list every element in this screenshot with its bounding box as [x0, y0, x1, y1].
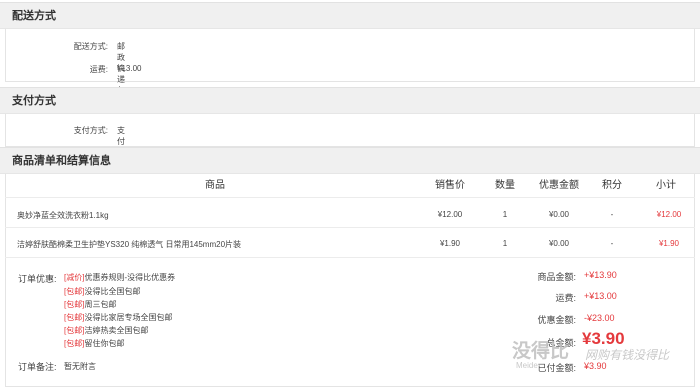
table-row-1-qty: 1: [502, 210, 508, 219]
summary-paid-label: 已付金额:: [537, 363, 576, 373]
coupon-item: [包邮]没得比家居专场全国包邮: [64, 313, 173, 322]
summary-discount-label: 优惠金额:: [537, 315, 576, 325]
delivery-method-label: 配送方式:: [73, 42, 108, 51]
order-note-value: 暂无附言: [64, 362, 96, 371]
table-row-1-price: ¥12.00: [437, 210, 463, 219]
goods-section-header: 商品清单和结算信息: [0, 147, 700, 174]
summary-total-label: 总金额:: [546, 338, 576, 348]
table-row-1-name: 奥妙净蓝全效洗衣粉1.1kg: [17, 211, 109, 220]
payment-method-label: 支付方式:: [73, 126, 108, 135]
summary-shipping-value: +¥13.00: [584, 291, 617, 301]
table-row-2-price: ¥1.90: [439, 239, 461, 248]
delivery-section-header: 配送方式: [0, 2, 700, 29]
table-bottom-divider: [5, 257, 695, 258]
order-note-label: 订单备注:: [18, 362, 57, 372]
delivery-fee-value: ¥13.00: [117, 64, 142, 73]
table-row-2-discount: ¥0.00: [548, 239, 570, 248]
table-header-divider: [5, 197, 695, 198]
table-row-1-points: -: [610, 210, 614, 219]
coupon-item: [包邮]洁婷热卖全国包邮: [64, 326, 149, 335]
summary-goods-label: 商品金额:: [537, 272, 576, 282]
column-header-points: 积分: [602, 180, 622, 191]
coupon-label: 订单优惠:: [18, 274, 57, 284]
coupon-item: [减价]优惠券规则-没得比优惠券: [64, 273, 176, 282]
column-header-subtotal: 小计: [656, 180, 676, 191]
column-header-qty: 数量: [495, 180, 515, 191]
table-row-2-subtotal: ¥1.90: [658, 239, 680, 248]
table-row-1-subtotal: ¥12.00: [656, 210, 682, 219]
summary-shipping-label: 运费:: [555, 293, 576, 303]
table-row-2-qty: 1: [502, 239, 508, 248]
table-row-1-discount: ¥0.00: [548, 210, 570, 219]
summary-discount-value: -¥23.00: [584, 313, 615, 323]
column-header-price: 销售价: [435, 180, 465, 191]
coupon-item: [包邮]周三包邮: [64, 300, 117, 309]
column-header-product: 商品: [205, 180, 225, 191]
delivery-panel: [5, 29, 695, 82]
payment-section-header: 支付方式: [0, 87, 700, 114]
table-row-divider: [5, 227, 695, 228]
delivery-fee-label: 运费:: [89, 65, 108, 74]
summary-total-value: ¥3.90: [582, 329, 625, 348]
summary-goods-value: +¥13.90: [584, 270, 617, 280]
column-header-discount: 优惠金额: [539, 180, 579, 191]
coupon-item: [包邮]留住你包邮: [64, 339, 125, 348]
summary-paid-value: ¥3.90: [584, 361, 607, 371]
payment-panel: [5, 114, 695, 147]
table-row-2-points: -: [610, 239, 614, 248]
table-row-2-name: 洁婷舒肤酷棉柔卫生护垫YS320 纯棉透气 日常用145mm20片装: [17, 240, 242, 249]
coupon-item: [包邮]没得比全国包邮: [64, 287, 141, 296]
